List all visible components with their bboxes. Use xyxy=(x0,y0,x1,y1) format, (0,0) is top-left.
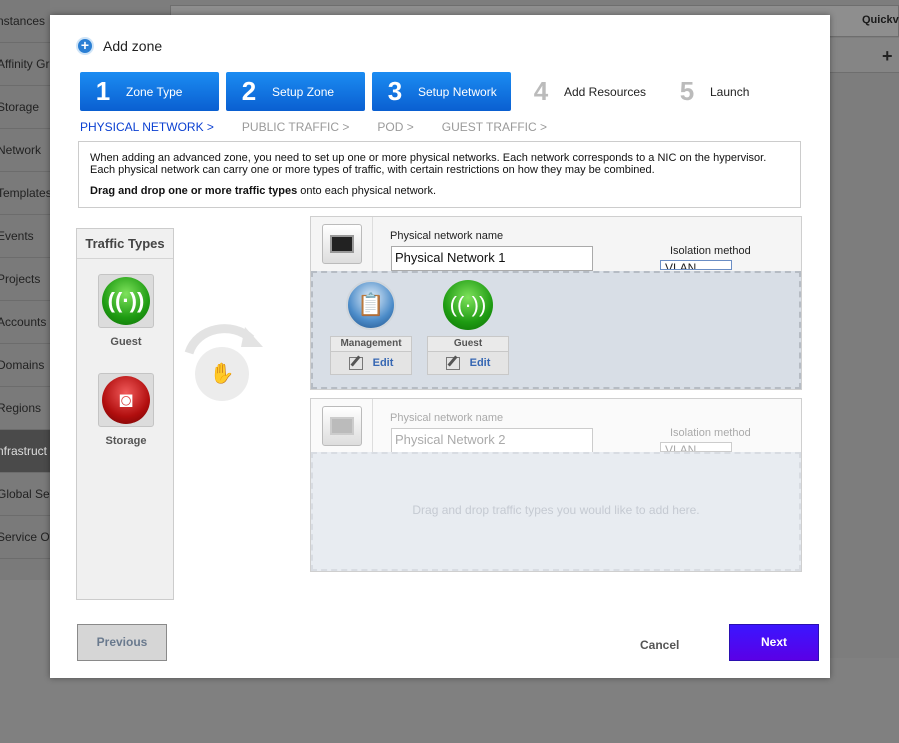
storage-traffic-icon[interactable]: ◙ xyxy=(98,373,154,427)
antenna-icon: ((·)) xyxy=(443,280,493,330)
next-button[interactable]: Next xyxy=(729,624,819,661)
management-icon: 📋 xyxy=(346,280,396,330)
step-number: 4 xyxy=(533,76,549,106)
step-zone-type[interactable]: 1 Zone Type xyxy=(80,72,219,111)
physical-network-icon xyxy=(311,217,373,271)
step-number: 2 xyxy=(241,76,257,106)
subnav-public-traffic: PUBLIC TRAFFIC > xyxy=(241,120,350,134)
physical-network-2: Physical network name Physical Network 2… xyxy=(310,398,802,572)
traffic-card-name: Management xyxy=(330,336,412,351)
traffic-type-guest[interactable]: ((·)) Guest xyxy=(77,274,175,348)
storage-disk-icon: ◙ xyxy=(102,376,150,424)
traffic-types-title: Traffic Types xyxy=(77,229,173,259)
step-launch: 5 Launch xyxy=(664,72,803,111)
subnav-guest-traffic: GUEST TRAFFIC > xyxy=(441,120,547,134)
info-instruction: Drag and drop one or more traffic types … xyxy=(90,185,789,197)
previous-button[interactable]: Previous xyxy=(77,624,167,661)
quickview-plus-icon[interactable]: + xyxy=(882,46,893,67)
sidebar-item-global-settings[interactable]: Global Set xyxy=(0,473,50,516)
physical-network-name-input[interactable]: Physical Network 1 xyxy=(391,246,593,271)
info-text: When adding an advanced zone, you need t… xyxy=(90,152,767,176)
traffic-card-guest[interactable]: ((·)) Guest Edit xyxy=(427,280,509,375)
edit-button[interactable]: Edit xyxy=(427,351,509,375)
physical-network-name-label: Physical network name xyxy=(390,412,504,424)
isolation-method-label: Isolation method xyxy=(670,427,751,439)
sidebar-item-templates[interactable]: Templates xyxy=(0,172,50,215)
background-sidebar: nstances Affinity Gr Storage Network Tem… xyxy=(0,0,50,580)
info-tail: onto each physical network. xyxy=(297,185,437,197)
step-label: Launch xyxy=(710,84,750,99)
subnav-physical-network[interactable]: PHYSICAL NETWORK > xyxy=(80,120,214,134)
edit-label: Edit xyxy=(469,357,491,369)
step-number: 3 xyxy=(387,76,403,106)
step-label: Add Resources xyxy=(564,84,647,99)
add-zone-dialog: + Add zone 1 Zone Type 2 Setup Zone 3 Se… xyxy=(50,15,830,678)
traffic-type-label: Storage xyxy=(105,435,147,447)
add-zone-icon: + xyxy=(76,37,94,55)
sidebar-item-accounts[interactable]: Accounts xyxy=(0,301,50,344)
drop-hint-text: Drag and drop traffic types you would li… xyxy=(412,503,700,517)
sidebar-item-affinity-groups[interactable]: Affinity Gr xyxy=(0,43,50,86)
step-label: Zone Type xyxy=(126,84,183,99)
physical-network-name-label: Physical network name xyxy=(390,230,504,242)
edit-icon xyxy=(445,356,460,370)
sidebar-item-domains[interactable]: Domains xyxy=(0,344,50,387)
traffic-type-storage[interactable]: ◙ Storage xyxy=(77,373,175,447)
sidebar-item-service-offerings[interactable]: Service Of xyxy=(0,516,50,559)
info-box: When adding an advanced zone, you need t… xyxy=(78,141,801,208)
step-setup-network[interactable]: 3 Setup Network xyxy=(372,72,511,111)
step-add-resources: 4 Add Resources xyxy=(518,72,657,111)
grab-hand-icon: ✋ xyxy=(195,347,249,401)
physical-network-name-input[interactable]: Physical Network 2 xyxy=(391,428,593,453)
info-bold: Drag and drop one or more traffic types xyxy=(90,185,298,197)
edit-icon xyxy=(348,356,363,370)
step-number: 5 xyxy=(679,76,695,106)
sidebar-item-infrastructure[interactable]: nfrastruct xyxy=(0,430,50,473)
antenna-icon: ((·)) xyxy=(102,277,150,325)
traffic-drop-zone[interactable]: 📋 Management Edit ((·)) Guest Edit xyxy=(311,271,801,389)
step-label: Setup Zone xyxy=(272,84,335,99)
quickview-header: Quickv xyxy=(862,14,899,26)
sidebar-item-events[interactable]: Events xyxy=(0,215,50,258)
sidebar-item-regions[interactable]: Regions xyxy=(0,387,50,430)
cancel-button[interactable]: Cancel xyxy=(640,638,679,652)
isolation-method-label: Isolation method xyxy=(670,245,751,257)
traffic-card-name: Guest xyxy=(427,336,509,351)
sidebar-item-storage[interactable]: Storage xyxy=(0,86,50,129)
traffic-card-management[interactable]: 📋 Management Edit xyxy=(330,280,412,375)
traffic-types-panel: Traffic Types ((·)) Guest ◙ Storage xyxy=(76,228,174,600)
sidebar-item-network[interactable]: Network xyxy=(0,129,50,172)
dialog-title: + Add zone xyxy=(76,37,162,55)
drag-hint: ✋ xyxy=(183,317,265,401)
edit-button[interactable]: Edit xyxy=(330,351,412,375)
step-setup-zone[interactable]: 2 Setup Zone xyxy=(226,72,365,111)
step-number: 1 xyxy=(95,76,111,106)
network-subnav: PHYSICAL NETWORK > PUBLIC TRAFFIC > POD … xyxy=(80,120,575,134)
isolation-method-select[interactable]: VLAN xyxy=(660,260,732,270)
traffic-drop-zone[interactable]: Drag and drop traffic types you would li… xyxy=(311,452,801,571)
sidebar-item-projects[interactable]: Projects xyxy=(0,258,50,301)
isolation-method-select[interactable]: VLAN xyxy=(660,442,732,452)
edit-label: Edit xyxy=(372,357,394,369)
dialog-title-text: Add zone xyxy=(103,38,163,54)
physical-network-1: Physical network name Physical Network 1… xyxy=(310,216,802,390)
physical-network-icon xyxy=(311,399,373,453)
traffic-type-label: Guest xyxy=(110,336,142,348)
guest-traffic-icon[interactable]: ((·)) xyxy=(98,274,154,328)
step-label: Setup Network xyxy=(418,84,497,99)
sidebar-item-instances[interactable]: nstances xyxy=(0,0,50,43)
subnav-pod: POD > xyxy=(377,120,414,134)
